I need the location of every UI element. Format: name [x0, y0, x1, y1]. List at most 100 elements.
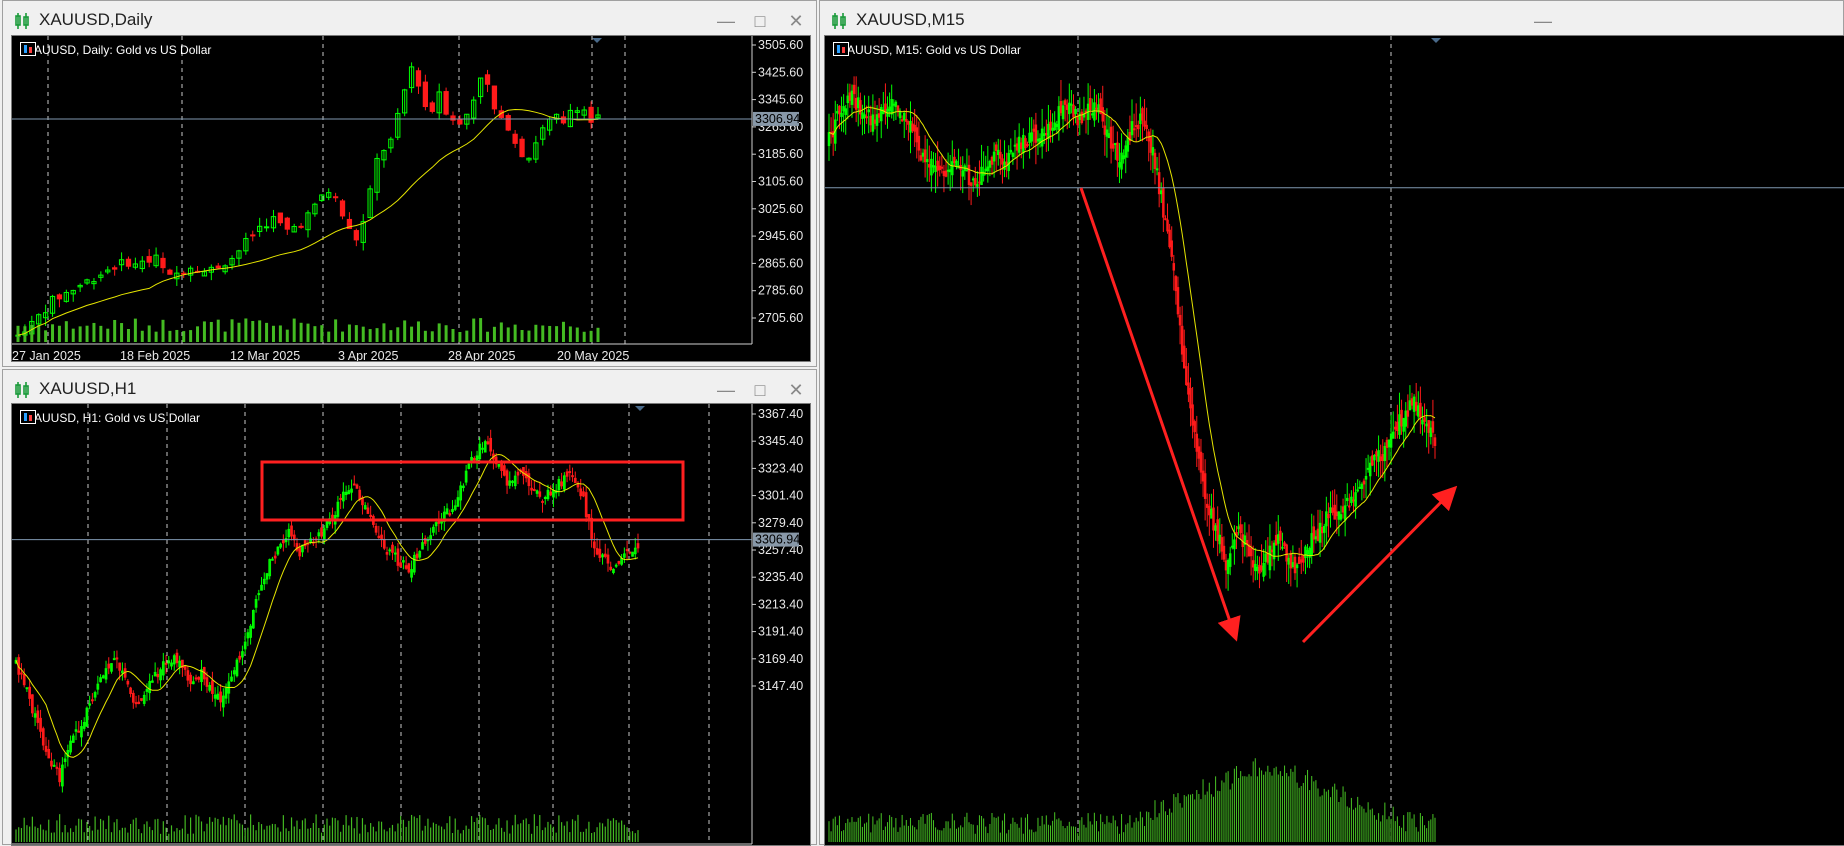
candle-body	[382, 538, 386, 549]
candle-body	[579, 488, 583, 497]
candle-body	[489, 437, 493, 452]
candle-body	[1427, 420, 1430, 433]
chart-settings-icon[interactable]	[20, 42, 36, 56]
moving-average-line	[828, 106, 1436, 557]
minimize-button[interactable]: —	[714, 378, 738, 402]
minimize-button[interactable]: —	[1531, 9, 1555, 33]
candle-body	[865, 116, 868, 119]
candle-body	[628, 551, 632, 554]
candle-body	[160, 257, 166, 269]
chart-settings-icon[interactable]	[833, 42, 849, 56]
candle-body	[44, 745, 48, 752]
candle-body	[129, 687, 132, 694]
candle-body	[1260, 565, 1263, 571]
candle-body	[936, 160, 939, 171]
candle-body	[1103, 125, 1107, 135]
price-level-label: 2785.60	[758, 284, 803, 298]
chart-header: XAUUSD, Daily: Gold vs US Dollar	[20, 42, 211, 58]
candle-body	[422, 81, 429, 108]
minimize-button[interactable]: —	[714, 9, 738, 33]
candle-body	[907, 121, 910, 125]
date-label: 27 Jan 2025	[12, 349, 81, 362]
candle-body	[1149, 136, 1153, 153]
candle-body	[112, 267, 118, 270]
candle-body	[20, 672, 23, 675]
m15-chart-window[interactable]: XAUUSD,M15 — XAUUSD, M15: Gold vs US Dol…	[819, 0, 1844, 846]
candle-body	[282, 539, 285, 544]
close-button[interactable]: ✕	[784, 9, 808, 33]
candle-body	[377, 535, 381, 538]
daily-chart-window[interactable]: XAUUSD,Daily — □ ✕ XAUUSD, Daily: Gold v…	[2, 0, 817, 367]
date-label: 12 Mar 2025	[230, 349, 300, 362]
candle-body	[352, 483, 356, 486]
candle-body	[1205, 503, 1209, 508]
candlestick-app-icon	[15, 382, 29, 398]
candle-body	[55, 766, 59, 769]
candle-body	[1111, 143, 1115, 149]
candle-body	[404, 565, 408, 569]
candle-body	[25, 687, 29, 690]
candle-body	[332, 196, 339, 199]
candle-body	[1285, 544, 1288, 562]
candle-body	[164, 662, 168, 665]
daily-chart-area[interactable]: XAUUSD, Daily: Gold vs US Dollar 3505.60…	[11, 35, 811, 362]
maximize-button[interactable]: □	[748, 378, 772, 402]
candle-body	[1220, 537, 1224, 552]
price-level-label: 3147.40	[758, 679, 803, 693]
candle-body	[1362, 480, 1366, 485]
m15-chart-area[interactable]: XAUUSD, M15: Gold vs US Dollar	[824, 35, 1844, 846]
h1-chart-area[interactable]: XAUUSD, H1: Gold vs US Dollar 3367.40 334…	[11, 403, 811, 846]
candle-body	[1222, 545, 1226, 560]
candle-body	[486, 441, 490, 445]
candle-body	[1019, 142, 1023, 150]
candle-body	[366, 507, 370, 514]
candle-body	[1187, 382, 1190, 395]
close-button[interactable]: ✕	[784, 378, 808, 402]
candle-body	[1358, 486, 1362, 489]
price-level-label: 3169.40	[758, 652, 803, 666]
h1-candlestick-chart[interactable]: 3367.403345.403323.403301.403279.403257.…	[12, 404, 811, 846]
candle-body	[58, 768, 61, 783]
candle-body	[353, 230, 359, 241]
chart-settings-icon[interactable]	[20, 410, 36, 424]
candle-body	[625, 549, 629, 552]
chart-header: XAUUSD, M15: Gold vs US Dollar	[833, 42, 1021, 58]
candle-body	[1199, 451, 1203, 473]
candle-body	[1191, 404, 1194, 426]
maximize-button[interactable]: □	[748, 9, 772, 33]
candle-body	[854, 97, 858, 110]
candle-body	[31, 694, 34, 714]
candle-body	[1366, 467, 1370, 470]
candle-body	[923, 149, 927, 163]
h1-chart-window[interactable]: XAUUSD,H1 — □ ✕ XAUUSD, H1: Gold vs US D…	[2, 369, 817, 846]
candle-body	[565, 471, 569, 477]
candle-body	[1088, 98, 1092, 111]
candle-body	[549, 491, 553, 496]
candle-body	[928, 164, 931, 168]
candle-body	[1024, 138, 1027, 149]
candle-body	[1065, 104, 1069, 110]
candle-body	[298, 546, 302, 557]
price-level-label: 3301.40	[758, 489, 803, 503]
chart-symbol-label: XAUUSD, Daily: Gold vs US Dollar	[26, 43, 212, 57]
candle-body	[1045, 132, 1048, 135]
candle-body	[1176, 287, 1180, 315]
candle-body	[1231, 545, 1234, 548]
candle-body	[1216, 519, 1219, 542]
candle-body	[502, 465, 506, 476]
candle-body	[1433, 437, 1437, 446]
candle-body	[573, 477, 577, 484]
daily-candlestick-chart[interactable]: 3505.603425.603345.603265.603185.603105.…	[12, 36, 811, 362]
candle-body	[913, 124, 916, 132]
candle-body	[1157, 172, 1161, 195]
m15-candlestick-chart[interactable]	[825, 36, 1844, 846]
date-label: 20 May 2025	[557, 349, 629, 362]
candle-body	[1114, 143, 1117, 146]
candle-body	[481, 447, 484, 450]
chart-header: XAUUSD, H1: Gold vs US Dollar	[20, 410, 200, 426]
candle-body	[1032, 128, 1036, 132]
window-title: XAUUSD,H1	[39, 379, 137, 398]
candle-body	[1015, 143, 1019, 151]
candle-body	[186, 670, 190, 681]
candle-body	[1379, 456, 1382, 462]
